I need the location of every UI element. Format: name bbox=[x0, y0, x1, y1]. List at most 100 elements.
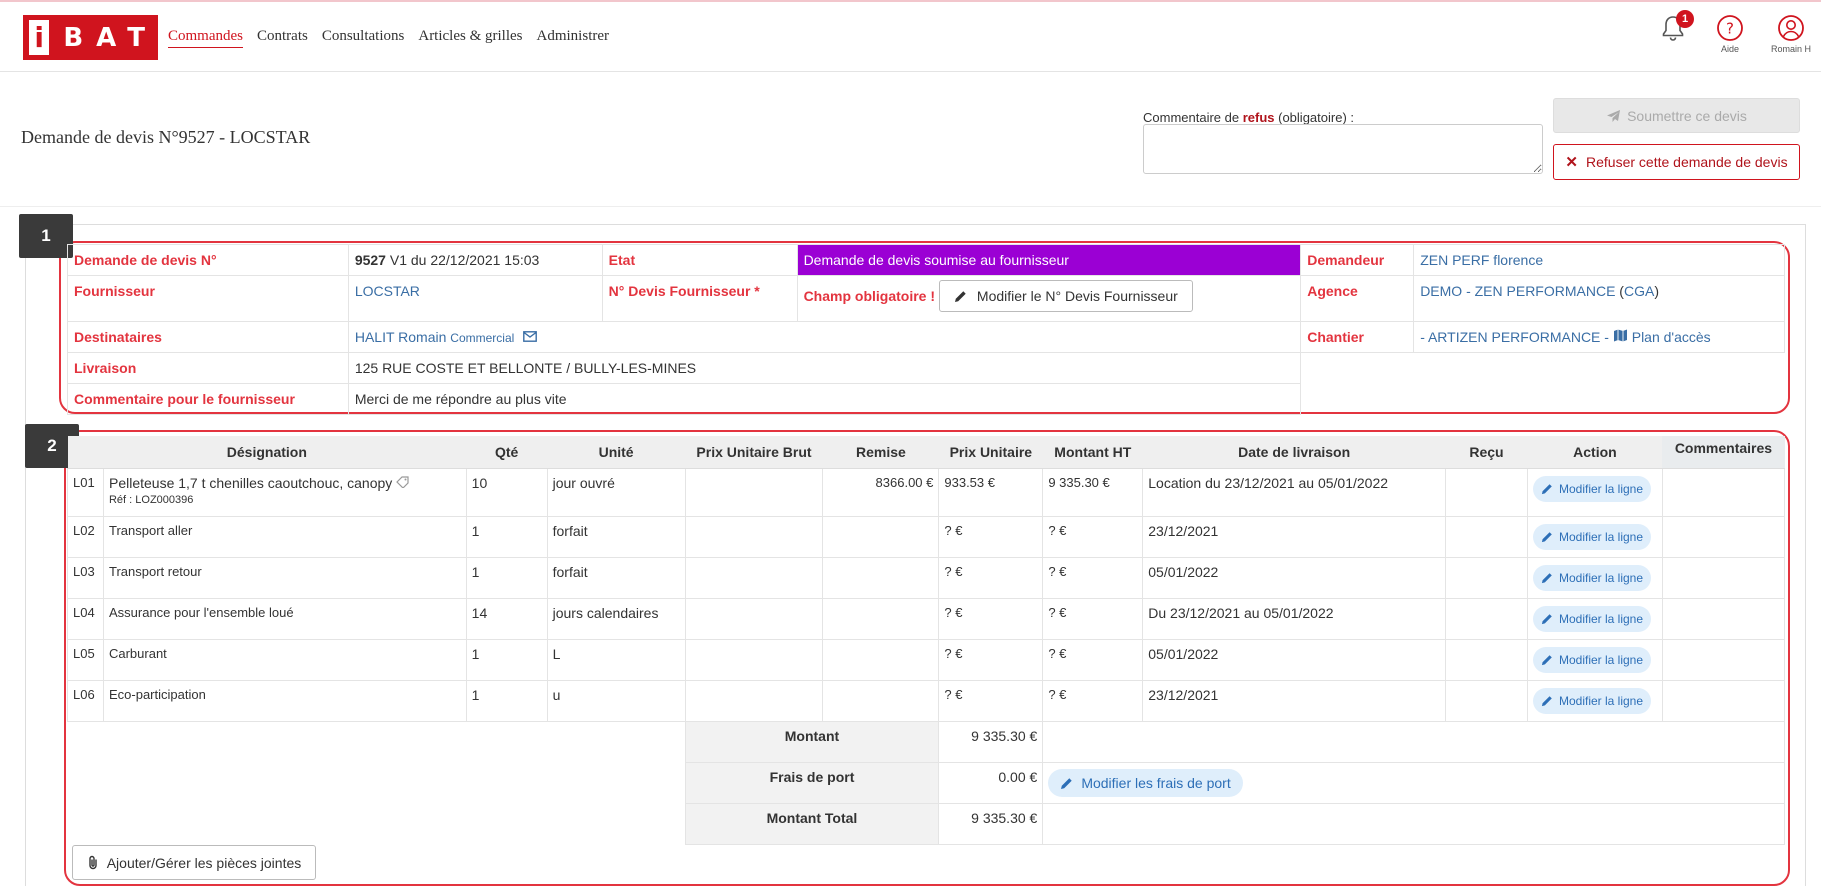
agence-link[interactable]: DEMO - ZEN PERFORMANCE bbox=[1420, 283, 1615, 299]
required-warning: Champ obligatoire ! bbox=[803, 288, 936, 305]
modify-line-button[interactable]: Modifier la ligne bbox=[1532, 565, 1652, 591]
line-date: 05/01/2022 bbox=[1142, 639, 1447, 681]
chantier-link[interactable]: - ARTIZEN PERFORMANCE - bbox=[1420, 329, 1609, 345]
section-1-marker: 1 bbox=[19, 214, 73, 258]
line-prix-unitaire: 933.53 € bbox=[938, 468, 1044, 517]
col-prix-brut: Prix Unitaire Brut bbox=[685, 436, 823, 469]
modify-line-button[interactable]: Modifier la ligne bbox=[1532, 606, 1652, 632]
line-id: L04 bbox=[67, 598, 104, 640]
navbar: i BAT Commandes Contrats Consultations A… bbox=[0, 2, 1821, 72]
line-montant: ? € bbox=[1042, 680, 1144, 722]
line-montant: ? € bbox=[1042, 516, 1144, 558]
paperclip-icon bbox=[89, 855, 97, 870]
nav-commandes[interactable]: Commandes bbox=[168, 28, 243, 48]
line-recu bbox=[1445, 639, 1528, 681]
notification-badge: 1 bbox=[1676, 10, 1694, 28]
modify-ndevis-label: Modifier le N° Devis Fournisseur bbox=[976, 288, 1178, 304]
line-recu bbox=[1445, 468, 1528, 517]
nav-consultations[interactable]: Consultations bbox=[322, 28, 405, 48]
demandeur-link[interactable]: ZEN PERF florence bbox=[1413, 244, 1785, 276]
line-montant: 9 335.30 € bbox=[1042, 468, 1144, 517]
modify-line-button[interactable]: Modifier la ligne bbox=[1532, 524, 1652, 550]
table-row: L05 Carburant 1 L ? € ? € 05/01/2022 Mod… bbox=[67, 639, 1786, 681]
line-id: L06 bbox=[67, 680, 104, 722]
modify-line-button[interactable]: Modifier la ligne bbox=[1532, 688, 1652, 714]
chantier-value: - ARTIZEN PERFORMANCE - Plan d'accès bbox=[1413, 321, 1785, 353]
ibat-logo[interactable]: i BAT bbox=[23, 15, 158, 60]
line-remise: 8366.00 € bbox=[822, 468, 940, 517]
demande-version-date: V1 du 22/12/2021 15:03 bbox=[385, 252, 540, 268]
line-comment bbox=[1661, 680, 1786, 722]
frais-value: 0.00 € bbox=[938, 762, 1044, 804]
ndevis-label: N° Devis Fournisseur * bbox=[601, 275, 798, 322]
total-value: 9 335.30 € bbox=[938, 803, 1044, 845]
submit-quote-button[interactable]: Soumettre ce devis bbox=[1553, 98, 1800, 133]
demande-label: Demande de devis N° bbox=[67, 244, 349, 276]
line-date: 05/01/2022 bbox=[1142, 557, 1447, 599]
agence-code-link[interactable]: CGA bbox=[1624, 283, 1654, 299]
modify-line-button[interactable]: Modifier la ligne bbox=[1532, 647, 1652, 673]
tag-icon bbox=[396, 476, 409, 489]
pencil-icon bbox=[1541, 655, 1552, 666]
col-recu: Reçu bbox=[1445, 436, 1528, 469]
nav-contrats[interactable]: Contrats bbox=[257, 28, 308, 48]
paper-plane-icon bbox=[1607, 109, 1621, 122]
line-remise bbox=[822, 680, 940, 722]
table-row: L04 Assurance pour l'ensemble loué 14 jo… bbox=[67, 598, 1786, 640]
line-prix-brut bbox=[684, 468, 824, 517]
refus-comment-input[interactable] bbox=[1143, 124, 1543, 174]
modify-shipping-button[interactable]: Modifier les frais de port bbox=[1048, 769, 1243, 797]
line-action: Modifier la ligne bbox=[1526, 468, 1663, 517]
refus-comment-label: Commentaire de refus (obligatoire) : bbox=[1143, 110, 1354, 125]
line-designation: Carburant bbox=[102, 639, 467, 681]
attachments-button[interactable]: Ajouter/Gérer les pièces jointes bbox=[72, 845, 316, 880]
refuse-request-button[interactable]: ✕ Refuser cette demande de devis bbox=[1553, 144, 1800, 180]
line-recu bbox=[1445, 557, 1528, 599]
line-comment bbox=[1661, 598, 1786, 640]
refus-label-bold: refus bbox=[1242, 110, 1275, 125]
nav-administrer[interactable]: Administrer bbox=[537, 28, 610, 48]
col-commentaires: Commentaires bbox=[1662, 436, 1785, 469]
destinataire-link[interactable]: HALIT Romain bbox=[355, 329, 447, 345]
col-action: Action bbox=[1527, 436, 1663, 469]
modify-ndevis-button[interactable]: Modifier le N° Devis Fournisseur bbox=[938, 280, 1193, 312]
line-remise bbox=[822, 639, 940, 681]
line-qte: 1 bbox=[465, 639, 548, 681]
montant-filler bbox=[1042, 721, 1785, 763]
user-menu-button[interactable]: Romain H bbox=[1766, 14, 1816, 54]
modify-line-button[interactable]: Modifier la ligne bbox=[1532, 476, 1652, 502]
fournisseur-link[interactable]: LOCSTAR bbox=[347, 275, 603, 322]
destinataires-value: HALIT Romain Commercial bbox=[347, 321, 1302, 353]
help-label: Aide bbox=[1720, 44, 1739, 54]
refus-label-prefix: Commentaire de bbox=[1143, 110, 1243, 125]
montant-value: 9 335.30 € bbox=[938, 721, 1044, 763]
notifications-button[interactable]: 1 bbox=[1658, 10, 1694, 44]
demande-value: 9527 V1 du 22/12/2021 15:03 bbox=[347, 244, 603, 276]
line-prix-brut bbox=[684, 680, 824, 722]
line-comment bbox=[1661, 468, 1786, 517]
line-designation-text: Pelleteuse 1,7 t chenilles caoutchouc, c… bbox=[108, 475, 393, 491]
line-montant: ? € bbox=[1042, 598, 1144, 640]
table-row: L03 Transport retour 1 forfait ? € ? € 0… bbox=[67, 557, 1786, 599]
line-action: Modifier la ligne bbox=[1526, 598, 1663, 640]
envelope-icon[interactable] bbox=[523, 331, 538, 342]
line-prix-unitaire: ? € bbox=[938, 680, 1044, 722]
user-label: Romain H bbox=[1770, 44, 1811, 54]
line-date: Location du 23/12/2021 au 05/01/2022 bbox=[1142, 468, 1447, 517]
modify-line-label: Modifier la ligne bbox=[1558, 571, 1644, 585]
destinataire-role: Commercial bbox=[450, 331, 515, 345]
nav-articles-grilles[interactable]: Articles & grilles bbox=[418, 28, 522, 48]
line-unite: forfait bbox=[546, 557, 686, 599]
help-button[interactable]: ? Aide bbox=[1712, 14, 1748, 54]
plan-acces-link[interactable]: Plan d'accès bbox=[1632, 329, 1711, 345]
chantier-label: Chantier bbox=[1300, 321, 1415, 353]
line-recu bbox=[1445, 598, 1528, 640]
line-designation: Pelleteuse 1,7 t chenilles caoutchouc, c… bbox=[102, 468, 467, 517]
line-unite: jour ouvré bbox=[546, 468, 686, 517]
line-qte: 14 bbox=[465, 598, 548, 640]
question-circle-icon: ? bbox=[1717, 15, 1743, 41]
pencil-icon bbox=[1541, 484, 1552, 495]
line-id: L03 bbox=[67, 557, 104, 599]
agence-value: DEMO - ZEN PERFORMANCE (CGA) bbox=[1413, 275, 1785, 322]
line-id: L02 bbox=[67, 516, 104, 558]
